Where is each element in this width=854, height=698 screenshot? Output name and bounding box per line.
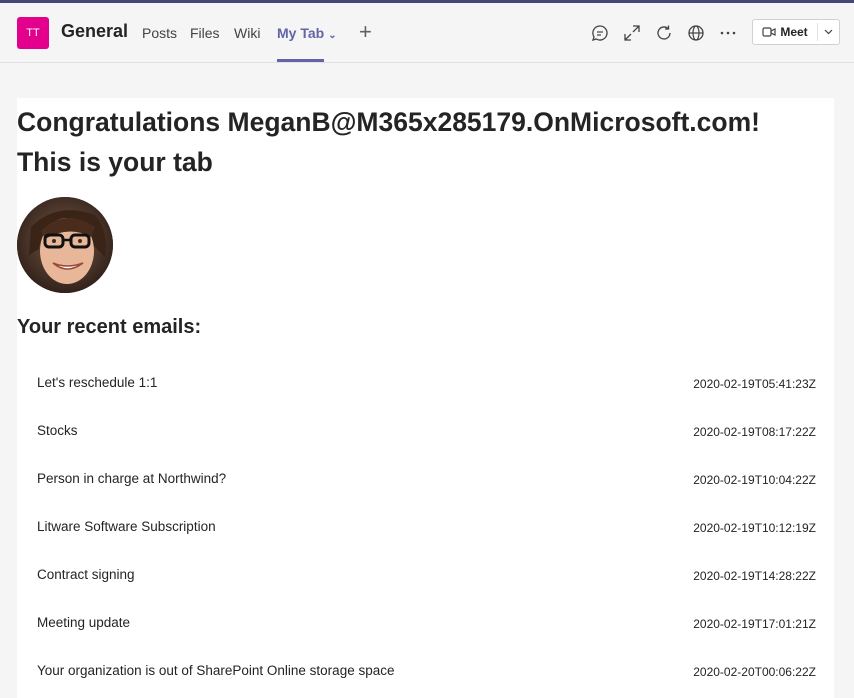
email-item[interactable]: Contract signing 2020-02-19T14:28:22Z <box>17 554 834 602</box>
video-icon <box>762 27 776 37</box>
channel-name: General <box>61 21 129 41</box>
team-avatar[interactable]: TT <box>17 17 49 49</box>
title-line-1: Congratulations MeganB@M365x285179.OnMic… <box>17 107 760 137</box>
chat-icon[interactable] <box>590 23 610 43</box>
channel-header: TT General Posts Files Wiki My Tab ⌄ + Me… <box>0 3 854 63</box>
email-item[interactable]: Your organization is out of SharePoint O… <box>17 650 834 698</box>
user-profile-photo <box>17 197 113 293</box>
tab-posts[interactable]: Posts <box>142 25 177 41</box>
expand-icon[interactable] <box>622 23 642 43</box>
tab-files[interactable]: Files <box>190 25 220 41</box>
email-date: 2020-02-20T00:06:22Z <box>693 665 816 679</box>
email-subject: Your organization is out of SharePoint O… <box>37 663 395 678</box>
email-subject: Meeting update <box>37 615 131 630</box>
email-date: 2020-02-19T08:17:22Z <box>693 425 816 439</box>
email-date: 2020-02-19T05:41:23Z <box>693 377 816 391</box>
email-item[interactable]: Litware Software Subscription 2020-02-19… <box>17 506 834 554</box>
email-subject: Litware Software Subscription <box>37 519 216 534</box>
refresh-icon[interactable] <box>654 23 674 43</box>
meet-now-button[interactable]: Meet <box>753 20 817 44</box>
email-subject: Contract signing <box>37 567 135 582</box>
meet-button: Meet <box>752 19 840 45</box>
meet-label: Meet <box>780 25 808 39</box>
email-item[interactable]: Stocks 2020-02-19T08:17:22Z <box>17 410 834 458</box>
email-item[interactable]: Person in charge at Northwind? 2020-02-1… <box>17 458 834 506</box>
page-title: Congratulations MeganB@M365x285179.OnMic… <box>17 102 760 182</box>
more-icon[interactable] <box>718 23 738 43</box>
tab-my-tab[interactable]: My Tab ⌄ <box>277 25 337 41</box>
chevron-down-icon <box>824 29 833 35</box>
tab-content: Congratulations MeganB@M365x285179.OnMic… <box>17 98 834 698</box>
globe-icon[interactable] <box>686 23 706 43</box>
email-date: 2020-02-19T14:28:22Z <box>693 569 816 583</box>
email-item[interactable]: Meeting update 2020-02-19T17:01:21Z <box>17 602 834 650</box>
email-list: Let's reschedule 1:1 2020-02-19T05:41:23… <box>17 362 834 698</box>
title-line-2: This is your tab <box>17 147 213 177</box>
email-subject: Stocks <box>37 423 78 438</box>
meet-options-dropdown[interactable] <box>818 20 839 44</box>
email-item[interactable]: Let's reschedule 1:1 2020-02-19T05:41:23… <box>17 362 834 410</box>
email-date: 2020-02-19T17:01:21Z <box>693 617 816 631</box>
email-subject: Let's reschedule 1:1 <box>37 375 158 390</box>
active-tab-indicator <box>277 59 324 62</box>
tab-my-tab-label: My Tab <box>277 25 325 41</box>
chevron-down-icon: ⌄ <box>328 30 337 41</box>
add-tab-icon[interactable]: + <box>359 19 372 45</box>
email-date: 2020-02-19T10:04:22Z <box>693 473 816 487</box>
tab-wiki[interactable]: Wiki <box>234 25 260 41</box>
emails-heading: Your recent emails: <box>17 316 202 338</box>
email-date: 2020-02-19T10:12:19Z <box>693 521 816 535</box>
email-subject: Person in charge at Northwind? <box>37 471 227 486</box>
